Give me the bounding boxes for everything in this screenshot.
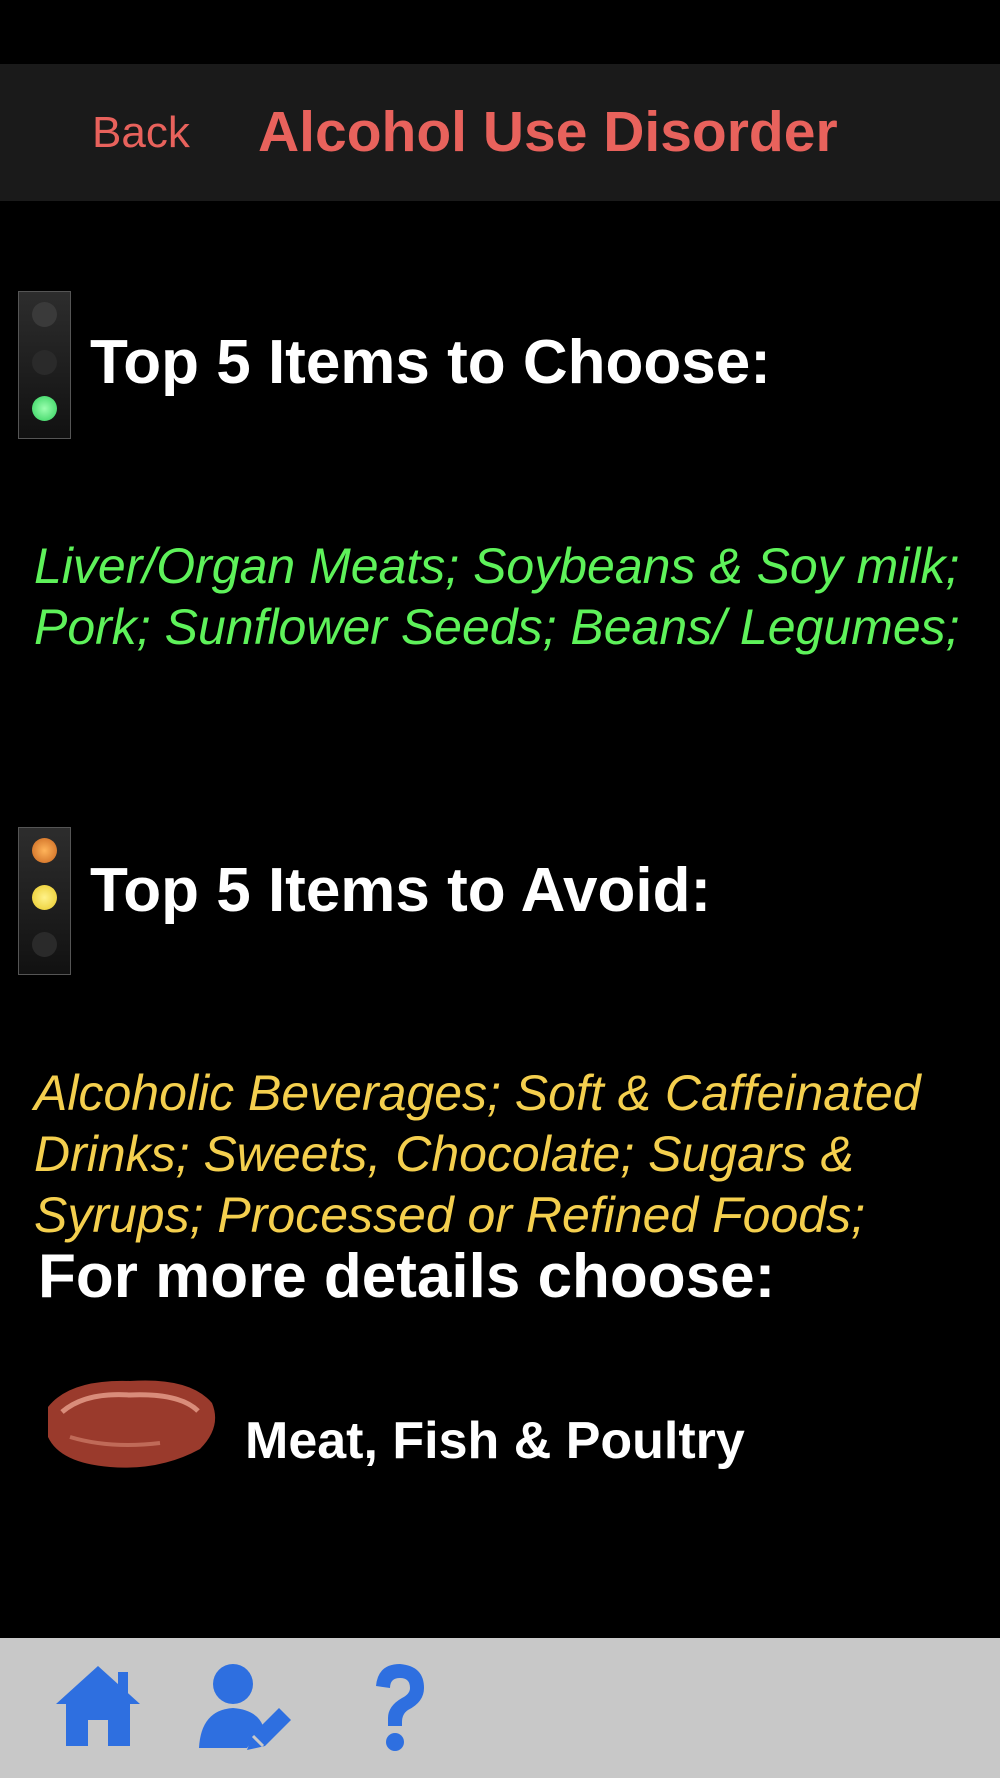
meat-steak-icon — [48, 1380, 216, 1468]
status-bar — [0, 0, 1000, 64]
category-meat-fish-poultry[interactable]: Meat, Fish & Poultry — [0, 1361, 1000, 1481]
details-title: For more details choose: — [38, 1242, 776, 1311]
navigation-bar: Back Alcohol Use Disorder — [0, 64, 1000, 201]
user-edit-button[interactable] — [195, 1656, 295, 1756]
help-button[interactable] — [348, 1656, 448, 1756]
tab-bar — [0, 1638, 1000, 1778]
avoid-section-title: Top 5 Items to Avoid: — [90, 856, 712, 925]
choose-section-title: Top 5 Items to Choose: — [90, 328, 771, 397]
user-edit-icon — [199, 1664, 291, 1750]
avoid-items-text: Alcoholic Beverages; Soft & Caffeinated … — [34, 1065, 921, 1243]
back-button[interactable]: Back — [92, 64, 190, 201]
page-title: Alcohol Use Disorder — [258, 100, 838, 164]
home-button[interactable] — [48, 1656, 148, 1756]
traffic-light-green-icon — [18, 291, 71, 439]
choose-section-header: Top 5 Items to Choose: — [0, 291, 1000, 441]
category-label: Meat, Fish & Poultry — [245, 1412, 745, 1470]
content-scroll-area[interactable]: Top 5 Items to Choose: Liver/Organ Meats… — [0, 201, 1000, 1638]
avoid-section-header: Top 5 Items to Avoid: — [0, 827, 1000, 977]
home-icon — [56, 1666, 140, 1746]
traffic-light-yellow-icon — [18, 827, 71, 975]
help-icon — [376, 1664, 424, 1751]
choose-items-text: Liver/Organ Meats; Soybeans & Soy milk; … — [34, 538, 960, 655]
